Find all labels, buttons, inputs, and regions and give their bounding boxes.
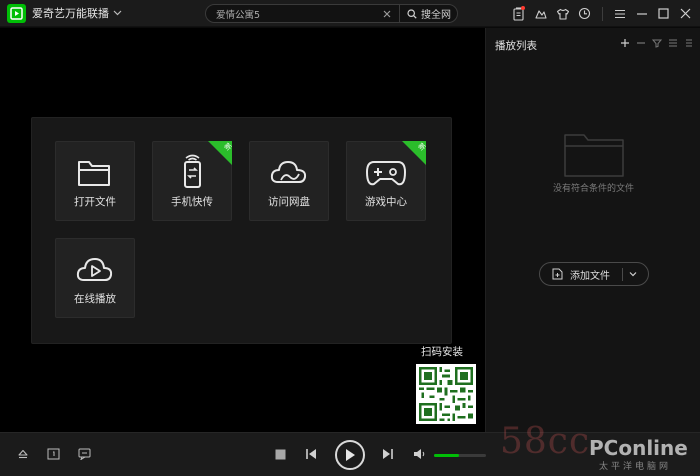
shirt-icon[interactable] — [552, 3, 573, 24]
next-icon[interactable] — [382, 448, 394, 460]
titlebar-tools — [508, 0, 700, 27]
play-icon — [346, 449, 355, 461]
minimize-icon[interactable] — [631, 3, 652, 24]
new-badge: 新 — [208, 141, 232, 165]
menu-icon[interactable] — [609, 3, 630, 24]
notification-dot — [521, 6, 525, 10]
remove-icon[interactable] — [633, 35, 648, 50]
playlist-toggle-icon[interactable] — [47, 448, 60, 460]
qr-label: 扫码安装 — [421, 346, 463, 358]
play-button[interactable] — [335, 440, 365, 470]
netdisk-tile[interactable]: 访问网盘 — [249, 141, 329, 221]
video-area[interactable]: 打开文件 新 手机快传 访问网盘 新 游戏中心 在线播放 扫码安装 — [0, 28, 485, 432]
eject-icon[interactable] — [17, 448, 29, 460]
volume-slider[interactable] — [434, 454, 486, 457]
titlebar-divider — [602, 6, 603, 21]
search-box: 搜全网 — [205, 4, 458, 23]
tile-label: 打开文件 — [74, 196, 116, 208]
skin-icon[interactable] — [530, 3, 551, 24]
cloud-play-icon — [76, 258, 113, 281]
title-bar: 爱奇艺万能联播 搜全网 — [0, 0, 700, 27]
watermark-58: 58cc — [500, 421, 591, 462]
tile-label: 游戏中心 — [365, 196, 407, 208]
chevron-down-icon[interactable] — [113, 10, 122, 16]
add-icon[interactable] — [617, 35, 632, 50]
phone-transfer-icon — [184, 154, 201, 188]
volume-icon[interactable] — [413, 448, 426, 460]
playlist-tools — [616, 35, 696, 50]
more-icon[interactable] — [681, 35, 696, 50]
new-badge: 新 — [402, 141, 426, 165]
history-clock-icon[interactable] — [574, 3, 595, 24]
watermark-brand: PConline — [589, 436, 688, 460]
tile-label: 手机快传 — [171, 196, 213, 208]
subtitle-icon[interactable] — [78, 448, 91, 460]
clear-icon[interactable] — [381, 10, 393, 18]
chevron-down-icon[interactable] — [628, 269, 638, 279]
cloud-icon — [270, 161, 307, 183]
add-file-divider — [622, 268, 623, 281]
maximize-icon[interactable] — [653, 3, 674, 24]
qr-code — [416, 364, 476, 424]
add-file-button[interactable]: 添加文件 — [539, 262, 649, 286]
game-center-tile[interactable]: 新 游戏中心 — [346, 141, 426, 221]
tile-label: 访问网盘 — [268, 196, 310, 208]
open-file-tile[interactable]: 打开文件 — [55, 141, 135, 221]
playlist-title: 播放列表 — [495, 40, 537, 52]
add-file-icon — [552, 268, 563, 280]
search-input[interactable] — [206, 5, 379, 22]
search-all-button[interactable]: 搜全网 — [399, 5, 457, 22]
empty-playlist-text: 没有符合条件的文件 — [552, 184, 634, 194]
filter-icon[interactable] — [649, 35, 664, 50]
volume-level — [434, 454, 459, 457]
quick-start-panel: 打开文件 新 手机快传 访问网盘 新 游戏中心 在线播放 — [31, 117, 452, 344]
iqiyi-logo-icon — [7, 3, 26, 23]
search-button-label: 搜全网 — [421, 10, 451, 21]
online-play-tile[interactable]: 在线播放 — [55, 238, 135, 318]
close-icon[interactable] — [675, 3, 696, 24]
phone-transfer-tile[interactable]: 新 手机快传 — [152, 141, 232, 221]
add-file-label: 添加文件 — [570, 270, 610, 282]
empty-folder-icon — [564, 134, 624, 177]
folder-icon — [78, 161, 110, 186]
tile-label: 在线播放 — [74, 293, 116, 305]
list-icon[interactable] — [665, 35, 680, 50]
search-icon — [407, 8, 417, 19]
phone-screen-icon[interactable] — [508, 3, 529, 24]
watermark-brand-sub: 太平洋电脑网 — [599, 462, 672, 472]
previous-icon[interactable] — [305, 448, 317, 460]
playlist-panel: 播放列表 没有符合条件的文件 添加文件 — [485, 28, 700, 432]
stop-icon[interactable] — [275, 449, 286, 460]
app-title: 爱奇艺万能联播 — [32, 7, 109, 20]
